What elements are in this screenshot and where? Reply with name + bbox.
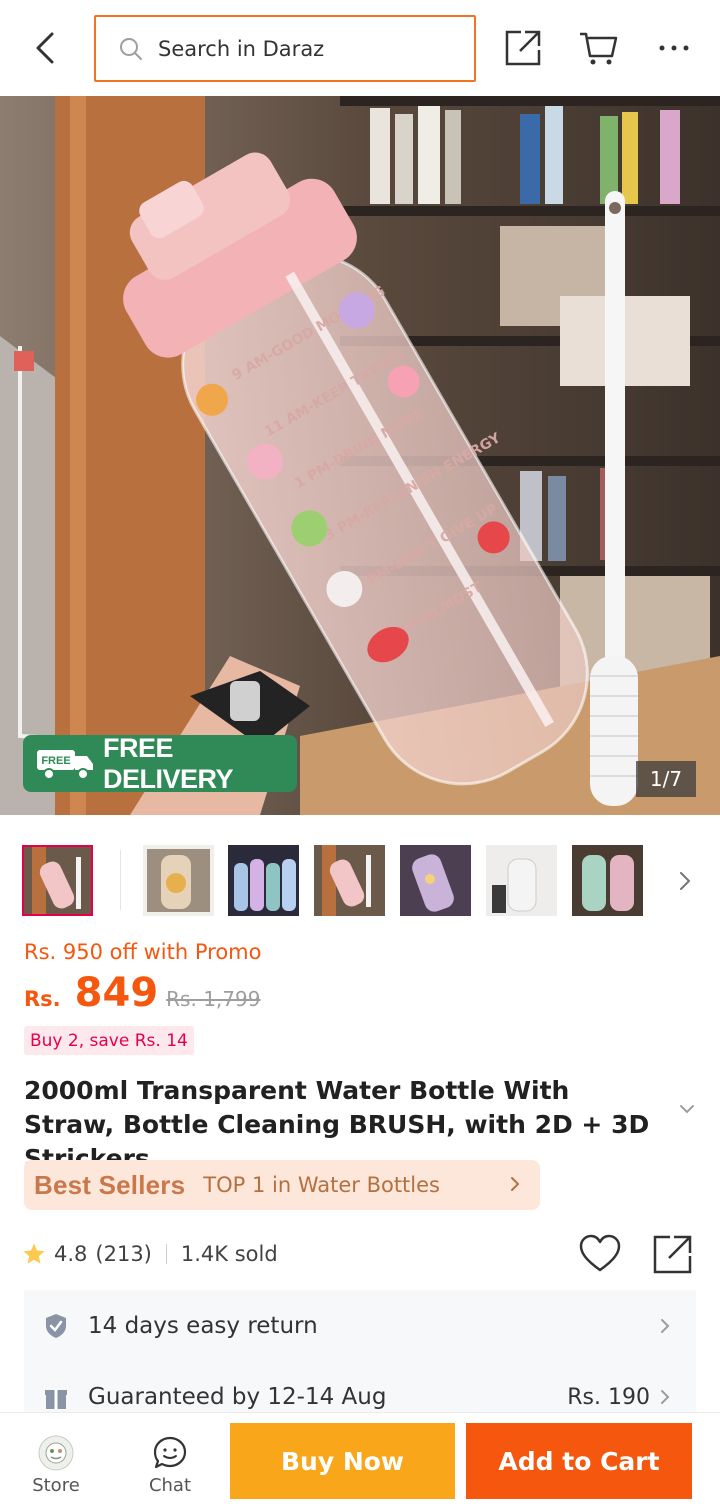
divider (165, 1244, 167, 1264)
thumbnail-1[interactable] (22, 845, 93, 916)
service-panel: 14 days easy return Guaranteed by 12-14 … (24, 1290, 696, 1420)
service-label: Guaranteed by 12-14 Aug (88, 1384, 387, 1410)
free-delivery-badge: FREE FREE DELIVERY (23, 732, 297, 794)
thumbnail-strip (0, 840, 720, 920)
chevron-right-icon (656, 1317, 674, 1335)
image-counter: 1/7 (636, 761, 696, 797)
free-delivery-label: FREE DELIVERY (103, 732, 234, 794)
service-row-return[interactable]: 14 days easy return (24, 1296, 696, 1356)
rating-row[interactable]: 4.8 (213) 1.4K sold (22, 1234, 278, 1274)
search-icon (118, 36, 144, 62)
more-icon[interactable] (656, 28, 696, 68)
chevron-right-icon[interactable] (672, 868, 698, 894)
search-box[interactable] (94, 15, 476, 82)
chat-button[interactable]: Chat (120, 1413, 220, 1508)
chevron-right-icon (504, 1173, 526, 1195)
back-arrow-icon[interactable] (22, 28, 70, 68)
rating-value: 4.8 (54, 1242, 88, 1266)
buy-now-button[interactable]: Buy Now (230, 1423, 455, 1499)
product-main-image[interactable]: 9 AM-GOOD MORNING 11 AM-KEEP TRYING 1 PM… (0, 96, 720, 815)
chevron-down-icon[interactable] (676, 1098, 698, 1120)
best-sellers-rank: TOP 1 in Water Bottles (203, 1173, 440, 1197)
search-input[interactable] (158, 36, 458, 61)
store-button[interactable]: Store (6, 1413, 106, 1508)
top-bar (0, 0, 720, 96)
add-to-cart-button[interactable]: Add to Cart (466, 1423, 692, 1499)
thumbnail-2[interactable] (143, 845, 214, 916)
review-count: (213) (95, 1242, 152, 1266)
gift-box-icon (42, 1383, 70, 1411)
bundle-offer-badge[interactable]: Buy 2, save Rs. 14 (24, 1026, 194, 1055)
price-value: 849 (74, 970, 159, 1016)
star-icon (22, 1242, 46, 1266)
best-sellers-logo: Best Sellers (34, 1169, 186, 1200)
share-icon[interactable] (503, 28, 543, 68)
svg-text:FREE: FREE (41, 755, 70, 767)
best-sellers-banner[interactable]: Best Sellers TOP 1 in Water Bottles (24, 1160, 540, 1210)
promo-text[interactable]: Rs. 950 off with Promo (24, 940, 261, 964)
chat-label: Chat (148, 1475, 192, 1496)
cart-icon[interactable] (578, 28, 618, 68)
sold-count: 1.4K sold (180, 1242, 278, 1266)
store-label: Store (32, 1475, 80, 1496)
chevron-right-icon (656, 1388, 674, 1406)
store-avatar-icon (38, 1435, 74, 1471)
thumbnail-6[interactable] (486, 845, 557, 916)
delivery-truck-icon: FREE (35, 746, 97, 782)
original-price: Rs. 1,799 (166, 987, 261, 1011)
price-currency: Rs. (24, 987, 61, 1011)
thumbnail-4[interactable] (314, 845, 385, 916)
thumbnail-3[interactable] (228, 845, 299, 916)
bottom-action-bar: Store Chat Buy Now Add to Cart (0, 1412, 720, 1508)
share-icon[interactable] (650, 1232, 694, 1276)
chat-icon (152, 1435, 188, 1471)
shield-check-icon (42, 1312, 70, 1340)
thumbnail-5[interactable] (400, 845, 471, 916)
price-row: Rs. 849 Rs. 1,799 (24, 970, 260, 1024)
thumbnail-divider (120, 850, 121, 910)
service-label: 14 days easy return (88, 1313, 318, 1339)
delivery-fee: Rs. 190 (567, 1384, 650, 1410)
heart-icon[interactable] (578, 1234, 622, 1274)
thumbnail-7[interactable] (572, 845, 643, 916)
